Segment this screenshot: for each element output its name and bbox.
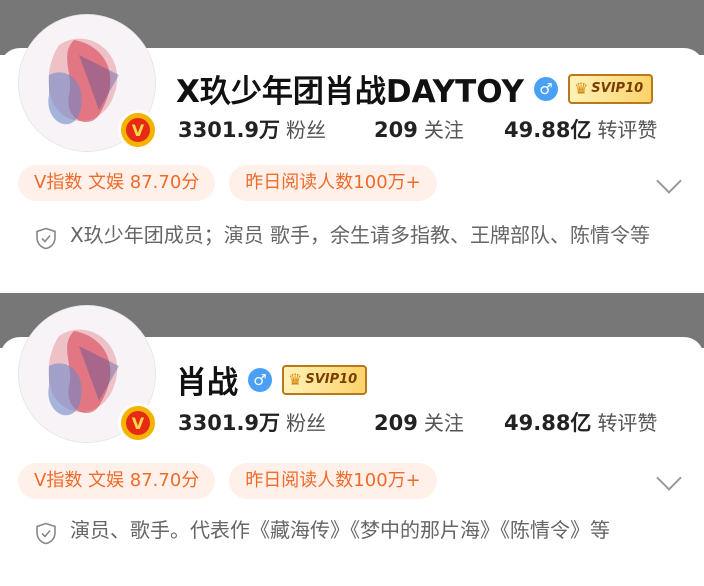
likes-label: 转评赞 — [597, 118, 658, 142]
bio-row: 演员、歌手。代表作《藏海传》《梦中的那片海》《陈情令》等 — [34, 511, 654, 549]
svip-label: SVIP10 — [591, 81, 644, 96]
male-icon: ♂ — [248, 367, 272, 392]
likes-count: 49.88亿 — [504, 411, 592, 435]
crown-icon: ♛ — [573, 79, 589, 98]
profile-name-text: X玖少年团肖战DAYTOY — [176, 74, 524, 110]
fans-count: 3301.9万 — [178, 118, 281, 142]
likes-stat: 49.88亿 转评赞 — [504, 407, 657, 437]
v-index-pill[interactable]: V指数 文娱 87.70分 — [18, 165, 216, 201]
following-count: 209 — [374, 118, 418, 142]
following-label: 关注 — [423, 411, 464, 435]
following-label: 关注 — [423, 118, 464, 142]
fans-label: 粉丝 — [286, 118, 327, 142]
likes-count: 49.88亿 — [504, 118, 592, 142]
following-count: 209 — [374, 411, 418, 435]
crown-icon: ♛ — [288, 370, 303, 389]
profile-name-text: 肖战 — [176, 365, 238, 401]
svip-label: SVIP10 — [305, 372, 358, 387]
v-icon: V — [126, 411, 150, 435]
profile-stats: 3301.9万 粉丝 209 关注 49.88亿 转评赞 — [178, 407, 657, 437]
reads-pill[interactable]: 昨日阅读人数100万+ — [229, 463, 437, 499]
fans-stat[interactable]: 3301.9万 粉丝 — [178, 114, 374, 144]
pill-row: V指数 文娱 87.70分 昨日阅读人数100万+ — [18, 165, 451, 201]
profile-name: X玖少年团肖战DAYTOY ♂ ♛ SVIP10 — [176, 66, 654, 111]
profile-card-1: V X玖少年团肖战DAYTOY ♂ ♛ SVIP10 3301.9万 粉丝 209 关… — [0, 0, 704, 293]
profile-card-2: V 肖战 ♂ ♛ SVIP10 3301.9万 粉丝 209 关注 49.88亿 转评赞… — [0, 293, 704, 586]
svip-badge[interactable]: ♛ SVIP10 — [282, 364, 368, 395]
pill-row: V指数 文娱 87.70分 昨日阅读人数100万+ — [18, 463, 451, 499]
bio-row: X玖少年团成员；演员 歌手，余生请多指教、王牌部队、陈情令等 — [34, 216, 654, 254]
shield-icon — [36, 227, 56, 250]
shield-icon — [36, 522, 56, 545]
verified-v-badge: V — [118, 403, 158, 443]
likes-stat: 49.88亿 转评赞 — [504, 114, 657, 144]
v-index-pill[interactable]: V指数 文娱 87.70分 — [18, 463, 216, 499]
male-icon: ♂ — [533, 76, 558, 101]
bio-text: 演员、歌手。代表作《藏海传》《梦中的那片海》《陈情令》等 — [70, 518, 610, 542]
fans-count: 3301.9万 — [178, 411, 281, 435]
v-icon: V — [126, 118, 150, 142]
fans-stat[interactable]: 3301.9万 粉丝 — [178, 407, 374, 437]
profile-name: 肖战 ♂ ♛ SVIP10 — [176, 357, 368, 402]
likes-label: 转评赞 — [597, 411, 658, 435]
reads-pill[interactable]: 昨日阅读人数100万+ — [229, 165, 437, 201]
following-stat[interactable]: 209 关注 — [374, 407, 504, 437]
verified-v-badge: V — [118, 110, 158, 150]
profile-stats: 3301.9万 粉丝 209 关注 49.88亿 转评赞 — [178, 114, 657, 144]
fans-label: 粉丝 — [286, 411, 327, 435]
bio-text: X玖少年团成员；演员 歌手，余生请多指教、王牌部队、陈情令等 — [70, 223, 651, 247]
svip-badge[interactable]: ♛ SVIP10 — [567, 73, 654, 104]
following-stat[interactable]: 209 关注 — [374, 114, 504, 144]
